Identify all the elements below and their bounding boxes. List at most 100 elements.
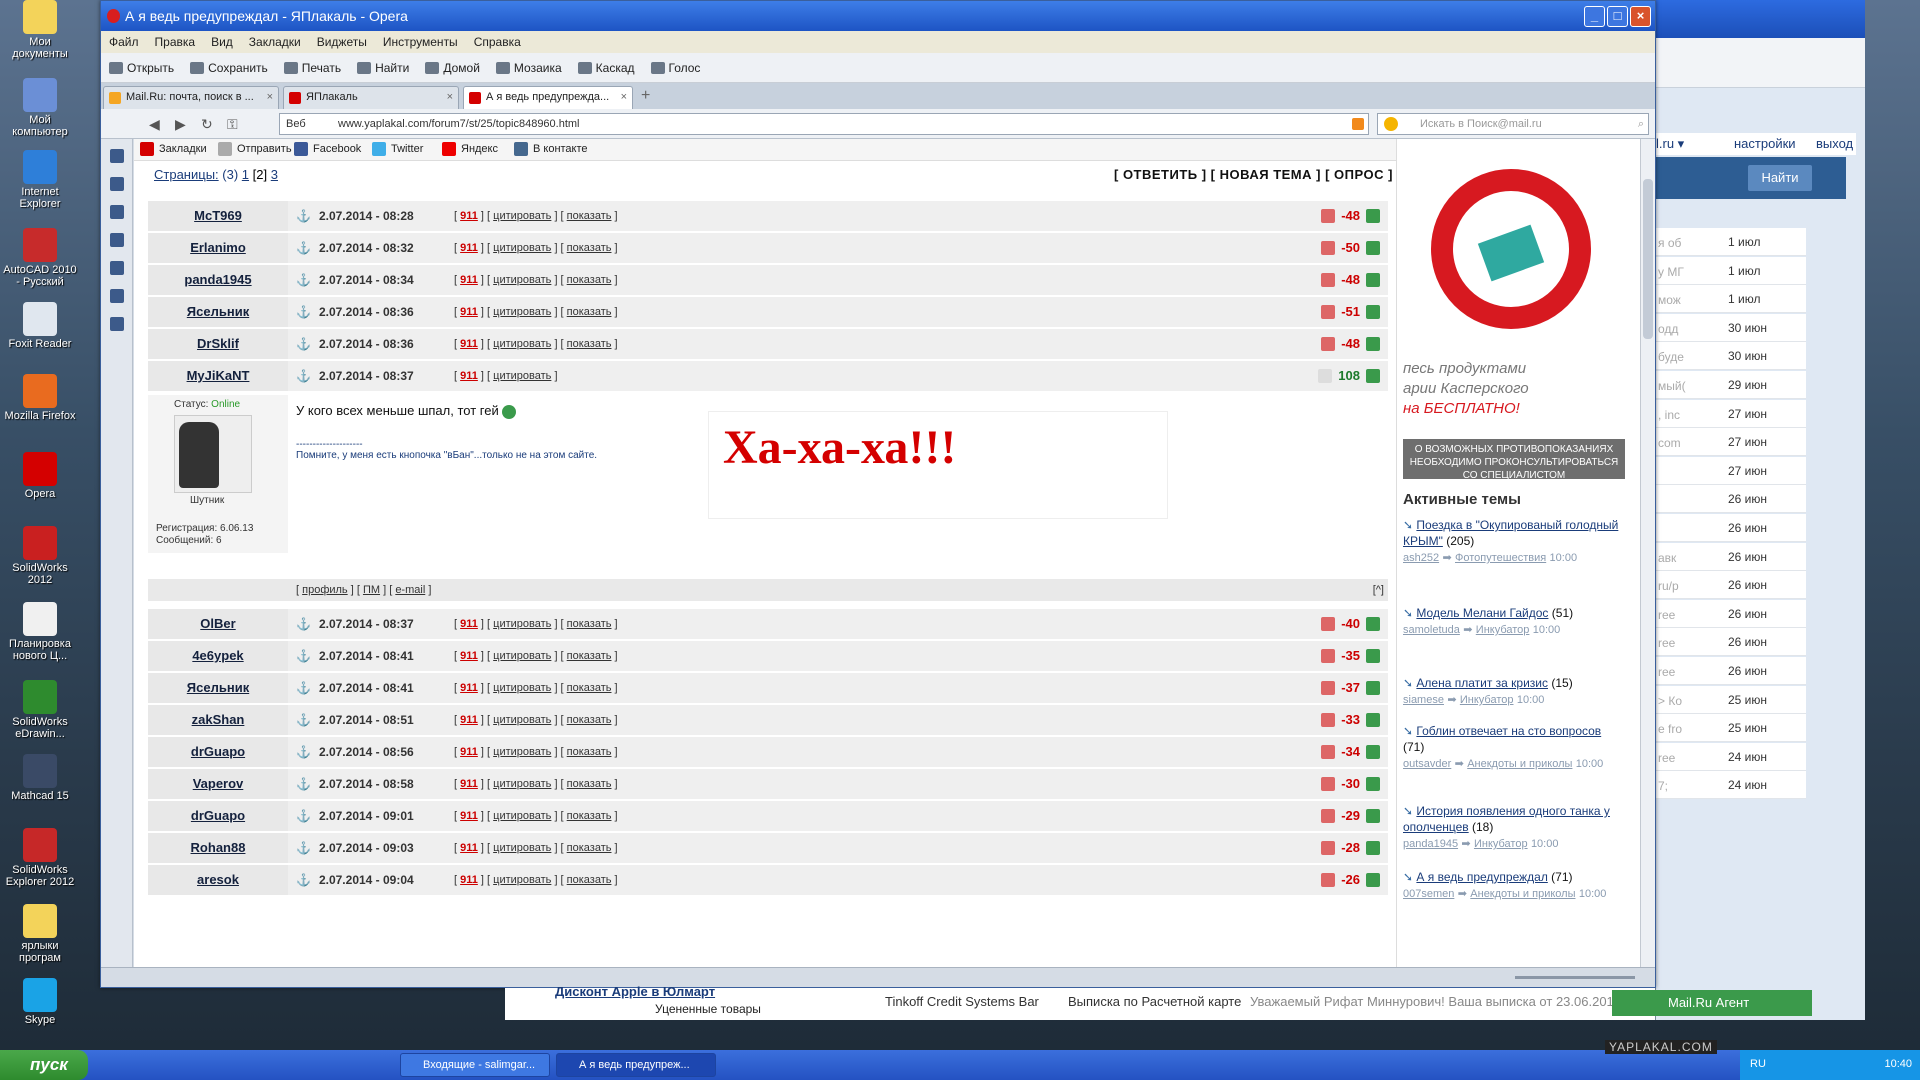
avatar[interactable] [174, 415, 252, 493]
mailru-agent-bar[interactable]: Mail.Ru Агент [1612, 990, 1812, 1016]
rate-down-icon[interactable] [1321, 208, 1336, 223]
post-author[interactable]: zakShan [148, 705, 288, 735]
menu-item[interactable]: Вид [211, 35, 233, 49]
topic-section[interactable]: Инкубатор [1460, 694, 1514, 706]
show-link[interactable]: показать [567, 778, 612, 790]
show-link[interactable]: показать [567, 682, 612, 694]
show-link[interactable]: показать [567, 210, 612, 222]
show-link[interactable]: показать [567, 714, 612, 726]
desktop-icon[interactable]: Skype [0, 978, 80, 1026]
mail-list-row[interactable]: com 27 июн [1656, 428, 1806, 457]
mail-list-row[interactable]: 7; 24 июн [1656, 771, 1806, 800]
post-911-link[interactable]: 911 [460, 746, 478, 758]
search-engine-icon[interactable] [1384, 117, 1398, 131]
rate-up-icon[interactable] [1366, 840, 1380, 855]
toolbar-button[interactable]: Каскад [577, 61, 635, 75]
mail-link-settings[interactable]: настройки [1734, 136, 1796, 151]
topic-user[interactable]: outsavder [1403, 758, 1451, 770]
mail-list-row[interactable]: 27 июн [1656, 456, 1806, 485]
quote-link[interactable]: цитировать [493, 338, 551, 350]
rate-up-icon[interactable] [1366, 776, 1380, 791]
background-window-titlebar[interactable] [1656, 0, 1865, 38]
rate-down-icon[interactable] [1321, 840, 1336, 855]
post-911-link[interactable]: 911 [460, 714, 478, 726]
topic-user[interactable]: ash252 [1403, 552, 1439, 564]
mail-list-row[interactable]: 26 июн [1656, 514, 1806, 542]
post-author[interactable]: 4e6ypek [148, 641, 288, 671]
post-911-link[interactable]: 911 [460, 370, 478, 382]
desktop-icon[interactable]: Мои документы [0, 0, 80, 60]
mail-list-row[interactable]: ree 24 июн [1656, 742, 1806, 771]
page-scrollbar[interactable] [1640, 139, 1655, 969]
post-911-link[interactable]: 911 [460, 306, 478, 318]
desktop-icon[interactable]: Opera [0, 452, 80, 500]
anchor-icon[interactable]: ⚓ [296, 241, 311, 255]
rate-down-icon[interactable] [1321, 680, 1336, 695]
scroll-top-icon[interactable]: [^] [1373, 579, 1384, 601]
quote-link[interactable]: цитировать [493, 370, 551, 382]
quote-link[interactable]: цитировать [493, 810, 551, 822]
rate-up-icon[interactable] [1366, 304, 1380, 319]
pm-link[interactable]: ПМ [363, 584, 380, 596]
toolbar-button[interactable]: Печать [283, 61, 341, 75]
profile-link[interactable]: профиль [302, 584, 348, 596]
mail-list-row[interactable]: авк 26 июн [1656, 542, 1806, 571]
share-yandex[interactable]: Яндекс [442, 142, 498, 156]
zoom-slider[interactable] [1515, 976, 1635, 979]
post-911-link[interactable]: 911 [460, 810, 478, 822]
anchor-icon[interactable]: ⚓ [296, 337, 311, 351]
tab-yaplakal[interactable]: ЯПлакаль × [283, 86, 459, 109]
rate-down-icon[interactable] [1321, 616, 1336, 631]
rate-down-icon[interactable] [1321, 872, 1336, 887]
rate-up-icon[interactable] [1366, 272, 1380, 287]
anchor-icon[interactable]: ⚓ [296, 713, 311, 727]
tab-current-topic[interactable]: А я ведь предупрежда... × [463, 86, 633, 109]
add-panel-icon[interactable] [110, 317, 124, 331]
forward-icon[interactable]: ▶ [175, 117, 189, 131]
topic-link[interactable]: А я ведь предупреждал [1416, 870, 1547, 884]
share-vkontakte[interactable]: В контакте [514, 142, 588, 156]
quote-link[interactable]: цитировать [493, 842, 551, 854]
page-link-1[interactable]: 1 [242, 167, 249, 182]
post-author[interactable]: drGuapo [148, 801, 288, 831]
url-field[interactable]: Веб www.yaplakal.com/forum7/st/25/topic8… [279, 113, 1369, 135]
topic-link[interactable]: Гоблин отвечает на сто вопросов [1416, 724, 1601, 738]
settings-icon[interactable] [110, 177, 124, 191]
mail-list-row[interactable]: > Ко 25 июн [1656, 685, 1806, 714]
quote-link[interactable]: цитировать [493, 874, 551, 886]
tab-close-icon[interactable]: × [621, 87, 627, 108]
menu-item[interactable]: Виджеты [317, 35, 367, 49]
post-911-link[interactable]: 911 [460, 842, 478, 854]
minimize-button[interactable]: _ [1584, 6, 1605, 27]
rate-down-icon[interactable] [1321, 776, 1336, 791]
toolbar-button[interactable]: Домой [425, 61, 480, 75]
post-author[interactable]: drGuapo [148, 737, 288, 767]
menu-item[interactable]: Справка [474, 35, 521, 49]
show-link[interactable]: показать [567, 842, 612, 854]
topic-section[interactable]: Анекдоты и приколы [1470, 888, 1575, 900]
quote-link[interactable]: цитировать [493, 714, 551, 726]
show-link[interactable]: показать [567, 746, 612, 758]
toolbar-button[interactable]: Открыть [109, 61, 174, 75]
menu-item[interactable]: Закладки [249, 35, 301, 49]
show-link[interactable]: показать [567, 618, 612, 630]
mail-list-row[interactable]: я об 1 июл [1656, 228, 1806, 256]
post-author[interactable]: Ясельник [148, 297, 288, 327]
rss-icon[interactable] [1352, 118, 1364, 130]
rate-down-icon[interactable] [1321, 272, 1336, 287]
rate-up-icon[interactable] [1366, 240, 1380, 255]
post-911-link[interactable]: 911 [460, 338, 478, 350]
share-icon[interactable] [110, 205, 124, 219]
mail-list-row[interactable]: мож 1 июл [1656, 285, 1806, 314]
post-author[interactable]: MyJiKaNT [148, 361, 288, 391]
rate-down-icon[interactable] [1321, 648, 1336, 663]
mail-list-row[interactable]: буде 30 июн [1656, 342, 1806, 371]
anchor-icon[interactable]: ⚓ [296, 777, 311, 791]
menu-item[interactable]: Инструменты [383, 35, 458, 49]
tab-close-icon[interactable]: × [267, 87, 273, 108]
anchor-icon[interactable]: ⚓ [296, 745, 311, 759]
key-icon[interactable]: ⚿ [227, 117, 241, 131]
email-link[interactable]: e-mail [395, 584, 425, 596]
post-author[interactable]: Vaperov [148, 769, 288, 799]
quote-link[interactable]: цитировать [493, 242, 551, 254]
